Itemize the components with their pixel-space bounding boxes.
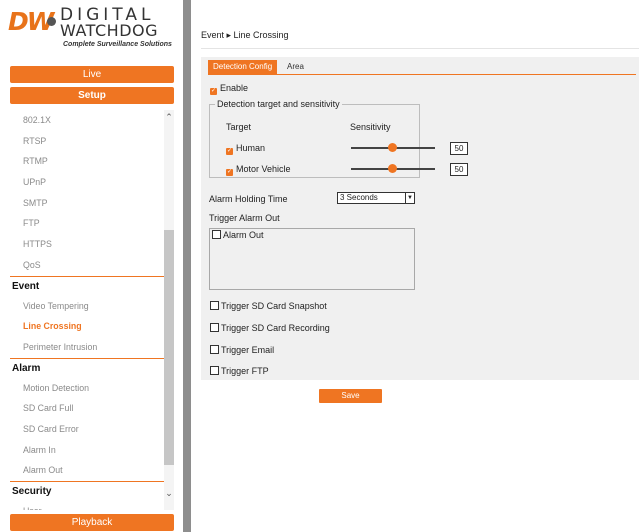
menu-item-rtmp[interactable]: RTMP xyxy=(10,151,164,172)
menu-item-video-tempering[interactable]: Video Tempering xyxy=(10,296,164,317)
alarm-out-checkbox[interactable] xyxy=(212,230,221,239)
setup-button[interactable]: Setup xyxy=(10,87,174,104)
playback-button[interactable]: Playback xyxy=(10,514,174,531)
human-sensitivity-value[interactable]: 50 xyxy=(450,142,468,155)
menu-item-ftp[interactable]: FTP xyxy=(10,213,164,234)
sd-recording-label: Trigger SD Card Recording xyxy=(221,323,330,333)
email-checkbox[interactable] xyxy=(210,345,219,354)
trigger-alarm-out-label: Trigger Alarm Out xyxy=(209,213,280,223)
menu-item-sd-card-full[interactable]: SD Card Full xyxy=(10,398,164,419)
column-target: Target xyxy=(226,122,252,132)
enable-label: Enable xyxy=(220,83,249,93)
menu-item-802-1x[interactable]: 802.1X xyxy=(10,110,164,131)
menu-item-sd-card-error[interactable]: SD Card Error xyxy=(10,419,164,440)
setup-menu: 802.1X RTSP RTMP UPnP SMTP FTP HTTPS QoS… xyxy=(10,110,164,510)
tab-area[interactable]: Area xyxy=(282,60,309,74)
menu-item-line-crossing[interactable]: Line Crossing xyxy=(10,316,164,337)
logo-dw-mark: DW xyxy=(8,7,54,36)
logo-dot-icon xyxy=(47,17,56,26)
sd-recording-checkbox[interactable] xyxy=(210,323,219,332)
email-row[interactable]: Trigger Email xyxy=(210,345,274,355)
motor-vehicle-slider-knob[interactable] xyxy=(388,164,397,173)
alarm-out-list: Alarm Out xyxy=(209,228,415,290)
panel-divider[interactable] xyxy=(183,0,191,532)
save-button[interactable]: Save xyxy=(319,389,382,403)
sd-snapshot-row[interactable]: Trigger SD Card Snapshot xyxy=(210,301,327,311)
logo-tagline: Complete Surveillance Solutions xyxy=(63,41,172,48)
enable-checkbox[interactable]: ✓ xyxy=(210,88,217,95)
menu-item-alarm-out[interactable]: Alarm Out xyxy=(10,460,164,481)
menu-item-https[interactable]: HTTPS xyxy=(10,234,164,255)
breadcrumb-divider xyxy=(201,48,639,49)
enable-row[interactable]: ✓ Enable xyxy=(210,83,248,95)
human-row[interactable]: ✓ Human xyxy=(226,143,265,155)
scroll-thumb[interactable] xyxy=(164,230,174,465)
alarm-out-label: Alarm Out xyxy=(223,230,264,240)
menu-item-user[interactable]: User xyxy=(10,501,164,510)
sd-recording-row[interactable]: Trigger SD Card Recording xyxy=(210,323,330,333)
alarm-holding-label: Alarm Holding Time xyxy=(209,194,288,204)
scroll-up-icon[interactable]: ⌃ xyxy=(164,112,174,122)
ftp-checkbox[interactable] xyxy=(210,366,219,375)
left-panel: DW DIGITAL WATCHDOG Complete Surveillanc… xyxy=(0,0,178,532)
column-sensitivity: Sensitivity xyxy=(350,122,391,132)
live-button[interactable]: Live xyxy=(10,66,174,83)
ftp-label: Trigger FTP xyxy=(221,366,269,376)
motor-vehicle-sensitivity-value[interactable]: 50 xyxy=(450,163,468,176)
menu-scrollbar[interactable]: ⌃ ⌄ xyxy=(164,110,174,510)
menu-header-event[interactable]: Event xyxy=(10,275,164,296)
menu-item-upnp[interactable]: UPnP xyxy=(10,172,164,193)
menu-item-perimeter-intrusion[interactable]: Perimeter Intrusion xyxy=(10,337,164,358)
motor-vehicle-row[interactable]: ✓ Motor Vehicle xyxy=(226,164,291,176)
motor-vehicle-checkbox[interactable]: ✓ xyxy=(226,169,233,176)
menu-header-alarm[interactable]: Alarm xyxy=(10,357,164,378)
menu-item-alarm-in[interactable]: Alarm In xyxy=(10,440,164,461)
alarm-out-row[interactable]: Alarm Out xyxy=(212,230,264,240)
human-sensitivity-slider[interactable] xyxy=(351,143,435,152)
alarm-holding-select[interactable]: 3 Seconds ▼ xyxy=(337,192,415,204)
alarm-holding-value: 3 Seconds xyxy=(340,193,378,202)
human-checkbox[interactable]: ✓ xyxy=(226,148,233,155)
sd-snapshot-label: Trigger SD Card Snapshot xyxy=(221,301,327,311)
menu-item-smtp[interactable]: SMTP xyxy=(10,193,164,214)
email-label: Trigger Email xyxy=(221,345,275,355)
breadcrumb: Event ▸ Line Crossing xyxy=(201,30,289,40)
logo-text-watchdog: WATCHDOG xyxy=(60,21,158,40)
brand-logo: DW DIGITAL WATCHDOG Complete Surveillanc… xyxy=(5,3,175,55)
tab-detection-config[interactable]: Detection Config xyxy=(208,60,278,74)
scroll-down-icon[interactable]: ⌄ xyxy=(164,488,174,498)
chevron-down-icon[interactable]: ▼ xyxy=(405,192,415,204)
detection-group-title: Detection target and sensitivity xyxy=(215,99,342,109)
menu-item-motion-detection[interactable]: Motion Detection xyxy=(10,378,164,399)
menu-item-qos[interactable]: QoS xyxy=(10,255,164,276)
sd-snapshot-checkbox[interactable] xyxy=(210,301,219,310)
detection-config-panel: Detection Config Area ✓ Enable Detection … xyxy=(201,57,639,380)
human-slider-knob[interactable] xyxy=(388,143,397,152)
human-label: Human xyxy=(236,143,266,153)
motor-vehicle-sensitivity-slider[interactable] xyxy=(351,164,435,173)
ftp-row[interactable]: Trigger FTP xyxy=(210,366,269,376)
menu-item-rtsp[interactable]: RTSP xyxy=(10,131,164,152)
motor-vehicle-label: Motor Vehicle xyxy=(236,164,291,174)
menu-header-security[interactable]: Security xyxy=(10,481,164,501)
tab-underline xyxy=(208,74,636,75)
